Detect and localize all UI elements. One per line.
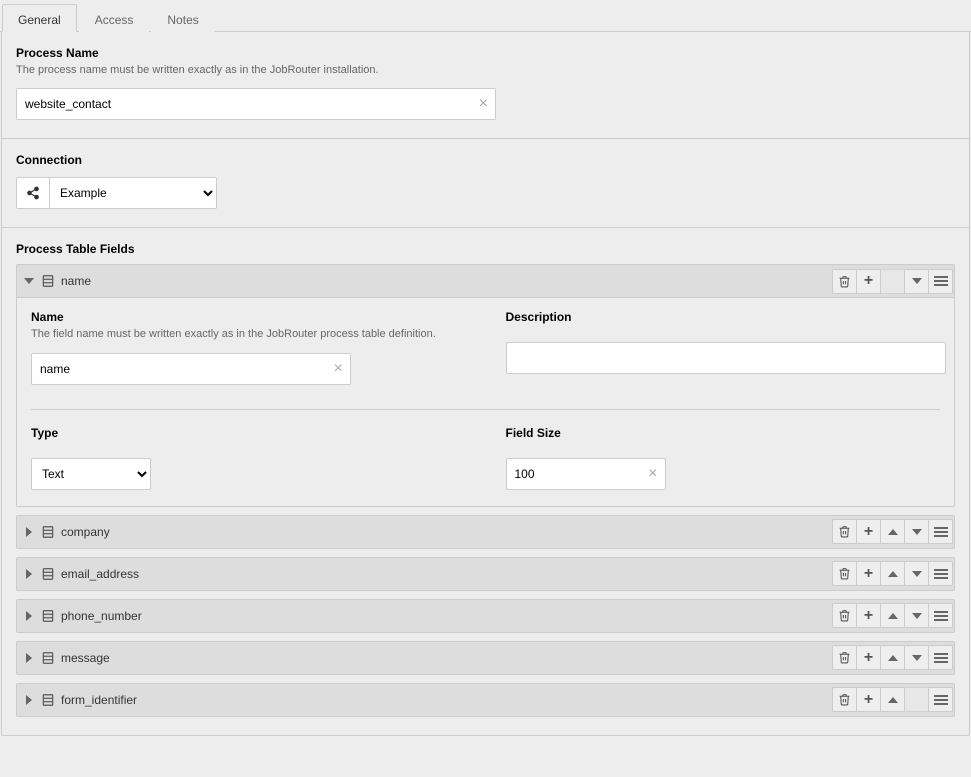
detail-desc-input[interactable] xyxy=(506,342,946,374)
chevron-down-icon[interactable] xyxy=(23,278,35,284)
add-button[interactable]: + xyxy=(856,645,881,670)
process-name-label: Process Name xyxy=(16,46,955,60)
tab-access[interactable]: Access xyxy=(79,4,150,32)
detail-name-input[interactable] xyxy=(31,353,351,385)
table-icon xyxy=(41,651,55,665)
delete-button[interactable] xyxy=(832,603,857,628)
add-button[interactable]: + xyxy=(856,269,881,294)
field-header[interactable]: name + xyxy=(17,265,954,297)
move-down-button[interactable] xyxy=(904,561,929,586)
field-name-label: company xyxy=(61,525,110,539)
detail-name-hint: The field name must be written exactly a… xyxy=(31,327,466,342)
drag-handle[interactable] xyxy=(928,645,953,670)
detail-desc-label: Description xyxy=(506,310,941,324)
tab-bar: General Access Notes xyxy=(0,0,971,32)
chevron-right-icon[interactable] xyxy=(23,569,35,579)
field-name-label: form_identifier xyxy=(61,693,137,707)
add-button[interactable]: + xyxy=(856,561,881,586)
add-button[interactable]: + xyxy=(856,519,881,544)
field-row: email_address + xyxy=(16,557,955,591)
table-icon xyxy=(41,525,55,539)
drag-handle[interactable] xyxy=(928,561,953,586)
chevron-right-icon[interactable] xyxy=(23,527,35,537)
move-up-button[interactable] xyxy=(880,687,905,712)
move-down-button[interactable] xyxy=(904,269,929,294)
delete-button[interactable] xyxy=(832,269,857,294)
add-button[interactable]: + xyxy=(856,687,881,712)
drag-handle[interactable] xyxy=(928,687,953,712)
process-name-input[interactable] xyxy=(16,88,496,120)
chevron-right-icon[interactable] xyxy=(23,653,35,663)
field-header[interactable]: message + xyxy=(17,642,954,674)
tab-general[interactable]: General xyxy=(2,4,77,32)
detail-name-label: Name xyxy=(31,310,466,324)
field-header[interactable]: phone_number + xyxy=(17,600,954,632)
table-icon xyxy=(41,693,55,707)
move-up-button[interactable] xyxy=(880,603,905,628)
delete-button[interactable] xyxy=(832,519,857,544)
process-table-fields-section: Process Table Fields name + xyxy=(2,228,969,734)
detail-size-label: Field Size xyxy=(506,426,941,440)
connection-section: Connection Example xyxy=(2,139,969,228)
add-button[interactable]: + xyxy=(856,603,881,628)
delete-button[interactable] xyxy=(832,687,857,712)
drag-handle[interactable] xyxy=(928,269,953,294)
share-icon xyxy=(16,177,49,209)
field-header[interactable]: company + xyxy=(17,516,954,548)
fields-list: name + Name The field name must be writt… xyxy=(16,264,955,716)
field-row: message + xyxy=(16,641,955,675)
field-row: form_identifier + xyxy=(16,683,955,717)
move-up-button[interactable] xyxy=(880,561,905,586)
detail-type-select[interactable]: Text xyxy=(31,458,151,490)
move-down-button[interactable] xyxy=(904,519,929,544)
field-row: company + xyxy=(16,515,955,549)
fields-title: Process Table Fields xyxy=(16,242,955,256)
field-header[interactable]: email_address + xyxy=(17,558,954,590)
close-icon[interactable]: × xyxy=(648,466,657,482)
field-row: phone_number + xyxy=(16,599,955,633)
drag-handle[interactable] xyxy=(928,603,953,628)
move-up-button[interactable] xyxy=(880,519,905,544)
table-icon xyxy=(41,567,55,581)
process-name-hint: The process name must be written exactly… xyxy=(16,63,955,78)
field-name-label: email_address xyxy=(61,567,139,581)
move-up-button[interactable] xyxy=(880,645,905,670)
close-icon[interactable]: × xyxy=(479,96,488,112)
detail-size-input[interactable] xyxy=(506,458,666,490)
connection-select[interactable]: Example xyxy=(49,177,217,209)
close-icon[interactable]: × xyxy=(334,361,343,377)
table-icon xyxy=(41,274,55,288)
chevron-right-icon[interactable] xyxy=(23,695,35,705)
tab-notes[interactable]: Notes xyxy=(151,4,214,32)
chevron-right-icon[interactable] xyxy=(23,611,35,621)
general-panel: Process Name The process name must be wr… xyxy=(1,32,970,736)
field-row: name + Name The field name must be writt… xyxy=(16,264,955,506)
detail-type-label: Type xyxy=(31,426,466,440)
move-down-button[interactable] xyxy=(904,603,929,628)
field-header[interactable]: form_identifier + xyxy=(17,684,954,716)
process-name-section: Process Name The process name must be wr… xyxy=(2,32,969,139)
delete-button[interactable] xyxy=(832,561,857,586)
field-detail: Name The field name must be written exac… xyxy=(17,297,954,505)
connection-label: Connection xyxy=(16,153,955,167)
field-name-label: message xyxy=(61,651,110,665)
field-name-label: name xyxy=(61,274,91,288)
delete-button[interactable] xyxy=(832,645,857,670)
move-down-button[interactable] xyxy=(904,645,929,670)
move-down-button xyxy=(904,687,929,712)
table-icon xyxy=(41,609,55,623)
field-name-label: phone_number xyxy=(61,609,142,623)
drag-handle[interactable] xyxy=(928,519,953,544)
move-up-button xyxy=(880,269,905,294)
